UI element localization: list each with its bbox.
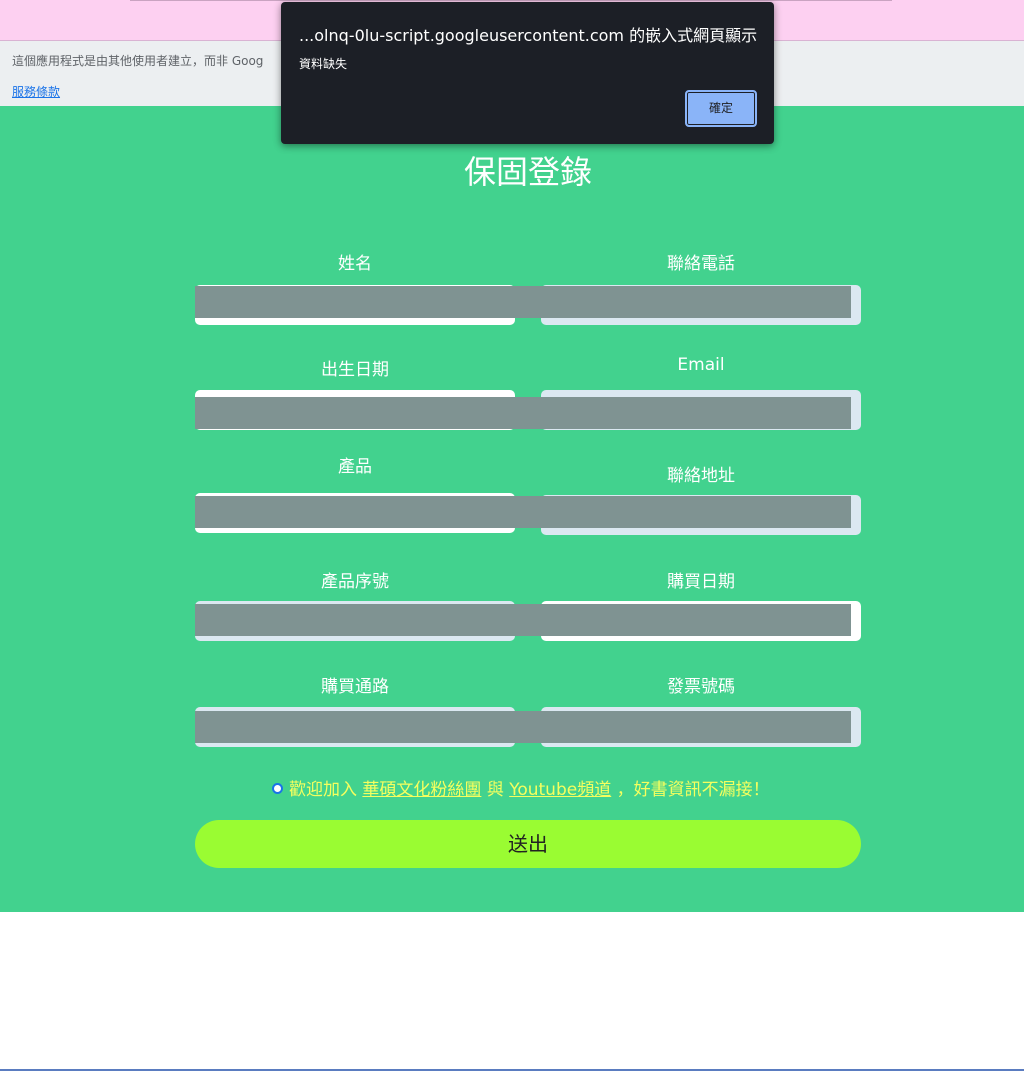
submit-button[interactable]: 送出 bbox=[195, 820, 861, 868]
phone-label: 聯絡電話 bbox=[667, 254, 735, 274]
fan-page-link[interactable]: 華碩文化粉絲團 bbox=[362, 780, 481, 800]
address-label: 聯絡地址 bbox=[667, 466, 735, 486]
email-label: Email bbox=[677, 355, 725, 375]
field-mask bbox=[195, 711, 851, 743]
birthdate-label: 出生日期 bbox=[321, 360, 389, 380]
product-label: 產品 bbox=[338, 457, 372, 477]
newsletter-optin: 歡迎加入 華碩文化粉絲團 與 Youtube頻道 ，好書資訊不漏接！ bbox=[272, 775, 770, 800]
ok-button[interactable]: 確定 bbox=[685, 90, 757, 127]
alert-dialog-title: ...olnq-0lu-script.googleusercontent.com… bbox=[299, 26, 758, 45]
alert-dialog-message: 資料缺失 bbox=[299, 57, 348, 71]
field-mask bbox=[195, 397, 851, 429]
app-notice-text: 這個應用程式是由其他使用者建立，而非 Goog bbox=[12, 54, 264, 68]
optin-prefix: 歡迎加入 bbox=[289, 780, 357, 800]
youtube-channel-link[interactable]: Youtube頻道 bbox=[509, 780, 611, 800]
optin-suffix: ，好書資訊不漏接！ bbox=[616, 780, 770, 800]
field-mask bbox=[195, 286, 851, 318]
name-label: 姓名 bbox=[338, 254, 372, 274]
terms-of-service-link[interactable]: 服務條款 bbox=[12, 83, 60, 100]
serial-number-label: 產品序號 bbox=[321, 572, 389, 592]
purchase-date-label: 購買日期 bbox=[667, 572, 735, 592]
form-title: 保固登錄 bbox=[463, 153, 592, 191]
optin-radio[interactable] bbox=[272, 783, 283, 794]
field-mask bbox=[195, 604, 851, 636]
top-banner-rule bbox=[130, 0, 892, 1]
field-mask bbox=[195, 496, 851, 528]
purchase-channel-label: 購買通路 bbox=[321, 677, 389, 697]
alert-dialog: ...olnq-0lu-script.googleusercontent.com… bbox=[281, 2, 774, 144]
optin-middle: 與 bbox=[486, 780, 504, 800]
invoice-number-label: 發票號碼 bbox=[667, 677, 735, 697]
